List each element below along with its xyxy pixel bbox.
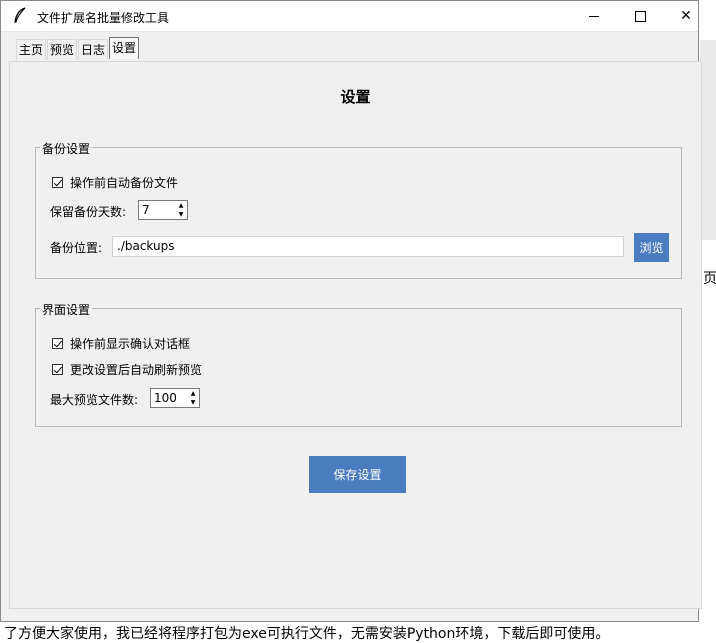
settings-panel: 设置 备份设置 操作前自动备份文件 保留备份天数: 7 ▲ ▼ 备份位置: ./… — [9, 61, 702, 609]
ui-settings-group: 界面设置 操作前显示确认对话框 更改设置后自动刷新预览 最大预览文件数: 100… — [35, 301, 682, 427]
backup-settings-group: 备份设置 操作前自动备份文件 保留备份天数: 7 ▲ ▼ 备份位置: ./bac… — [35, 140, 682, 279]
retain-days-value: 7 — [142, 203, 150, 217]
max-preview-value: 100 — [154, 391, 177, 405]
title-bar[interactable]: 文件扩展名批量修改工具 ✕ — [1, 1, 698, 32]
backup-location-input[interactable]: ./backups — [112, 236, 624, 257]
max-preview-label: 最大预览文件数: — [50, 393, 139, 407]
confirm-dialog-checkbox[interactable] — [52, 338, 63, 349]
tab-log[interactable]: 日志 — [78, 39, 109, 60]
spin-down-icon[interactable]: ▼ — [187, 398, 199, 407]
auto-backup-checkbox[interactable] — [52, 177, 63, 188]
minimize-icon — [589, 15, 599, 17]
spin-up-icon[interactable]: ▲ — [175, 201, 187, 210]
window-title: 文件扩展名批量修改工具 — [37, 11, 170, 25]
background-bottom-text: 了方便大家使用，我已经将程序打包为exe可执行文件，无需安装Python环境，下… — [4, 626, 610, 642]
retain-days-spinbox[interactable]: 7 ▲ ▼ — [138, 200, 188, 220]
backup-group-label: 备份设置 — [40, 140, 93, 157]
auto-backup-checkbox-row[interactable]: 操作前自动备份文件 — [52, 174, 178, 191]
close-icon: ✕ — [680, 8, 692, 24]
background-scroll-strip — [700, 40, 716, 240]
background-text-fragment-right: 页 — [703, 271, 716, 287]
auto-refresh-checkbox[interactable] — [52, 364, 63, 375]
browse-button[interactable]: 浏览 — [634, 233, 669, 262]
tab-preview[interactable]: 预览 — [47, 39, 78, 60]
app-window: 文件扩展名批量修改工具 ✕ 主页 预览 日志 设置 设置 备份设置 操作前自动备… — [0, 0, 702, 622]
maximize-icon — [634, 10, 646, 22]
save-settings-button[interactable]: 保存设置 — [309, 456, 406, 493]
auto-refresh-checkbox-row[interactable]: 更改设置后自动刷新预览 — [52, 361, 202, 378]
backup-location-label: 备份位置: — [50, 241, 103, 255]
close-button[interactable]: ✕ — [663, 1, 709, 31]
spin-up-icon[interactable]: ▲ — [187, 389, 199, 398]
confirm-dialog-checkbox-row[interactable]: 操作前显示确认对话框 — [52, 335, 190, 352]
page-title: 设置 — [340, 88, 371, 106]
maximize-button[interactable] — [617, 1, 663, 31]
auto-backup-label: 操作前自动备份文件 — [70, 176, 179, 190]
retain-days-label: 保留备份天数: — [50, 205, 127, 219]
max-preview-spinbox[interactable]: 100 ▲ ▼ — [150, 388, 200, 408]
feather-icon — [14, 7, 26, 23]
confirm-dialog-label: 操作前显示确认对话框 — [70, 337, 191, 351]
minimize-button[interactable] — [571, 1, 617, 31]
auto-refresh-label: 更改设置后自动刷新预览 — [70, 363, 203, 377]
ui-group-label: 界面设置 — [40, 301, 93, 318]
tab-home[interactable]: 主页 — [16, 39, 47, 60]
tab-bar: 主页 预览 日志 设置 — [16, 37, 140, 61]
tab-settings[interactable]: 设置 — [109, 37, 140, 59]
spin-down-icon[interactable]: ▼ — [175, 210, 187, 219]
